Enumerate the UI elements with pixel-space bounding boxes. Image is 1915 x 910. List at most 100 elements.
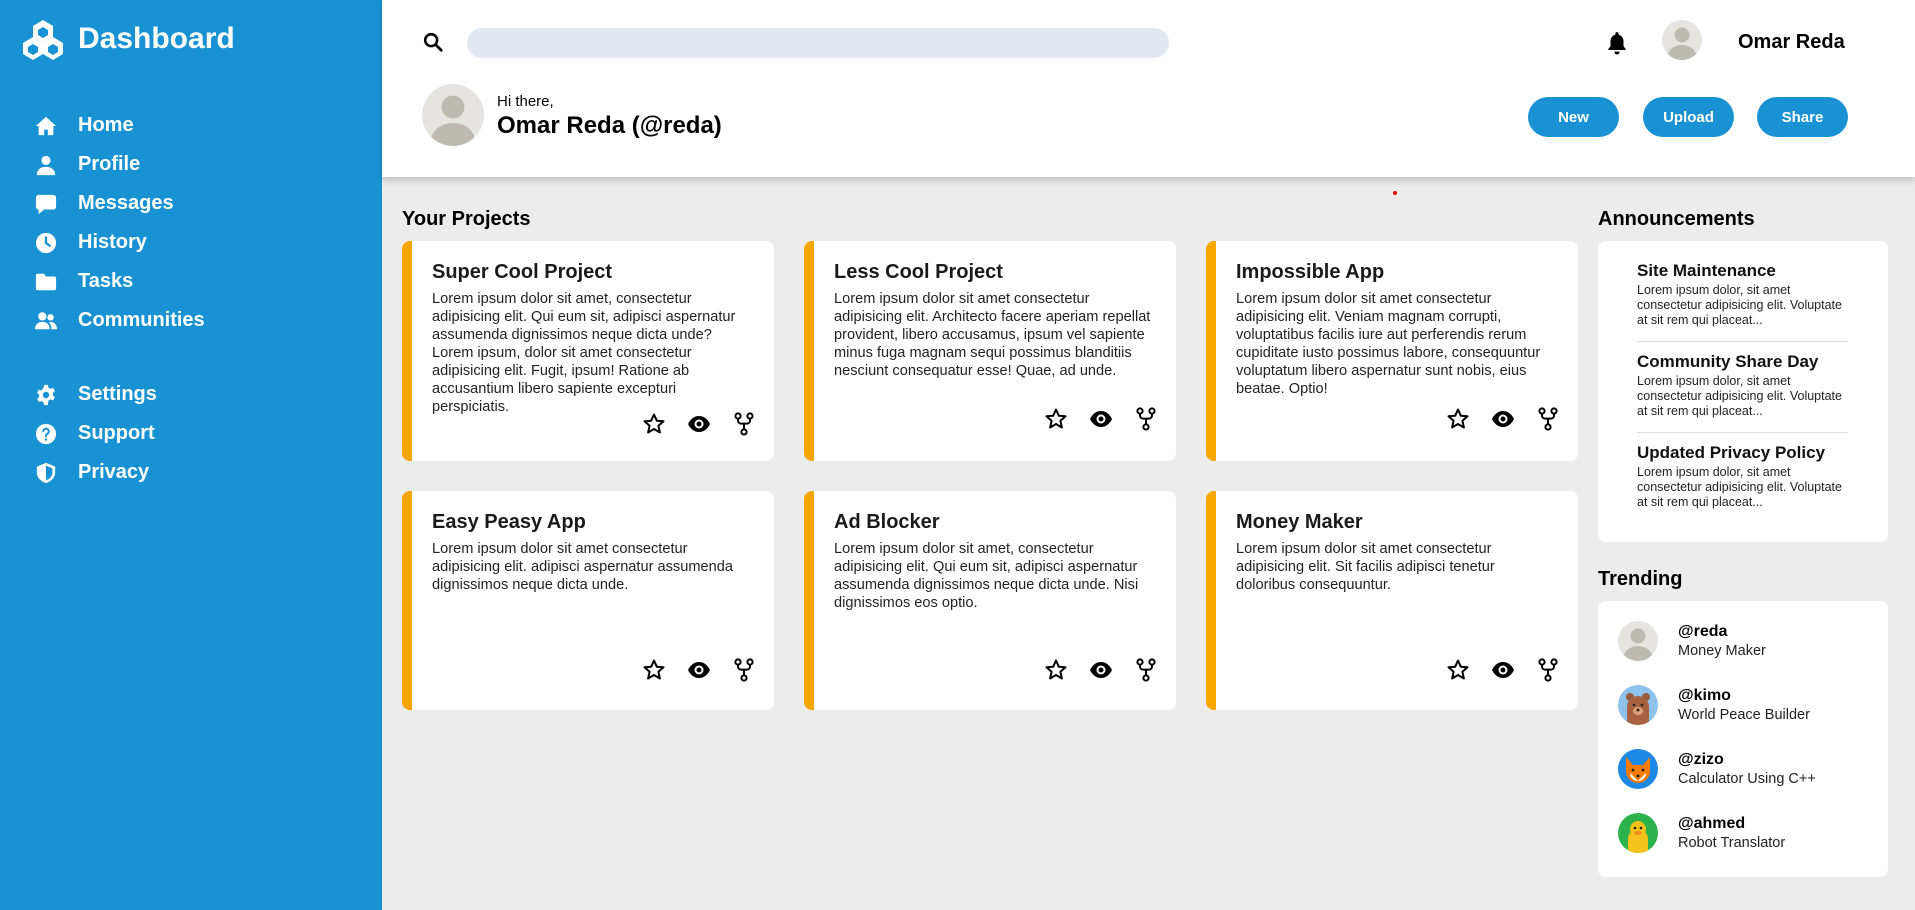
project-actions xyxy=(1024,406,1159,432)
announcement-item[interactable]: Site Maintenance Lorem ipsum dolor, sit … xyxy=(1637,261,1848,328)
sidebar-item-home[interactable]: Home xyxy=(34,106,205,145)
help-icon xyxy=(34,422,58,446)
announcement-text: Lorem ipsum dolor, sit amet consectetur … xyxy=(1637,465,1842,509)
star-icon[interactable] xyxy=(1445,657,1471,683)
project-card[interactable]: Impossible App Lorem ipsum dolor sit ame… xyxy=(1206,241,1578,461)
new-button[interactable]: New xyxy=(1528,97,1619,137)
brand-title: Dashboard xyxy=(78,22,235,55)
project-title: Ad Blocker xyxy=(834,511,940,533)
search-icon[interactable] xyxy=(422,31,444,53)
trending-item[interactable]: @kimo World Peace Builder xyxy=(1618,685,1810,725)
bell-icon[interactable] xyxy=(1604,30,1630,56)
sidebar-item-messages[interactable]: Messages xyxy=(34,184,205,223)
user-name[interactable]: Omar Reda xyxy=(1738,31,1845,54)
project-card[interactable]: Money Maker Lorem ipsum dolor sit amet c… xyxy=(1206,491,1578,710)
brand[interactable]: Dashboard xyxy=(22,18,235,60)
project-title: Easy Peasy App xyxy=(432,511,586,533)
announcement-text: Lorem ipsum dolor, sit amet consectetur … xyxy=(1637,374,1842,418)
eye-icon[interactable] xyxy=(1490,657,1516,683)
trending-item[interactable]: @ahmed Robot Translator xyxy=(1618,813,1785,853)
sidebar-item-label: Settings xyxy=(78,383,157,405)
shield-icon xyxy=(34,461,58,485)
top-header: Omar Reda Hi there, Omar Reda (@reda) Ne… xyxy=(382,0,1915,177)
announcement-item[interactable]: Updated Privacy Policy Lorem ipsum dolor… xyxy=(1637,443,1848,510)
folder-icon xyxy=(34,270,58,294)
project-title: Super Cool Project xyxy=(432,261,613,283)
sidebar-item-settings[interactable]: Settings xyxy=(34,375,205,414)
project-title: Money Maker xyxy=(1236,511,1363,533)
project-card[interactable]: Ad Blocker Lorem ipsum dolor sit amet, c… xyxy=(804,491,1176,710)
project-actions xyxy=(1024,657,1159,683)
trending-project: World Peace Builder xyxy=(1678,707,1810,723)
trending-panel: @reda Money Maker @kimo World Peace Buil… xyxy=(1598,601,1888,877)
duck-avatar-icon xyxy=(1618,813,1658,853)
avatar-placeholder-icon xyxy=(1618,621,1658,661)
divider xyxy=(1637,341,1848,342)
project-description: Lorem ipsum dolor sit amet consectetur a… xyxy=(432,541,733,593)
project-card[interactable]: Super Cool Project Lorem ipsum dolor sit… xyxy=(402,241,774,461)
chat-icon xyxy=(34,192,58,216)
star-icon[interactable] xyxy=(1043,406,1069,432)
project-description: Lorem ipsum dolor sit amet, consectetur … xyxy=(834,541,1139,611)
star-icon[interactable] xyxy=(1445,406,1471,432)
announcement-item[interactable]: Community Share Day Lorem ipsum dolor, s… xyxy=(1637,352,1848,419)
home-icon xyxy=(34,114,58,138)
eye-icon[interactable] xyxy=(1088,657,1114,683)
sidebar: Dashboard Home Profile Messages History … xyxy=(0,0,382,910)
eye-icon[interactable] xyxy=(686,411,712,437)
fork-icon[interactable] xyxy=(731,657,757,683)
project-description: Lorem ipsum dolor sit amet consectetur a… xyxy=(1236,541,1495,593)
trending-item[interactable]: @reda Money Maker xyxy=(1618,621,1766,661)
announcement-title: Community Share Day xyxy=(1637,352,1819,371)
announcements-title: Announcements xyxy=(1598,208,1755,230)
trending-project: Robot Translator xyxy=(1678,835,1786,851)
project-description: Lorem ipsum dolor sit amet consectetur a… xyxy=(834,291,1151,379)
trending-title: Trending xyxy=(1598,568,1683,590)
star-icon[interactable] xyxy=(641,411,667,437)
upload-button[interactable]: Upload xyxy=(1643,97,1734,137)
eye-icon[interactable] xyxy=(1490,406,1516,432)
sidebar-item-label: Privacy xyxy=(78,461,150,483)
announcement-title: Site Maintenance xyxy=(1637,261,1776,280)
sidebar-item-label: Home xyxy=(78,114,134,136)
fork-icon[interactable] xyxy=(1133,657,1159,683)
sidebar-item-communities[interactable]: Communities xyxy=(34,301,205,340)
projects-title: Your Projects xyxy=(402,208,531,230)
fork-icon[interactable] xyxy=(731,411,757,437)
avatar[interactable] xyxy=(1662,20,1702,60)
search-input[interactable] xyxy=(467,28,1169,58)
sidebar-item-tasks[interactable]: Tasks xyxy=(34,262,205,301)
share-button[interactable]: Share xyxy=(1757,97,1848,137)
project-title: Less Cool Project xyxy=(834,261,1003,283)
project-actions xyxy=(1426,657,1561,683)
sidebar-item-history[interactable]: History xyxy=(34,223,205,262)
fork-icon[interactable] xyxy=(1133,406,1159,432)
sidebar-item-label: Profile xyxy=(78,153,141,175)
project-title: Impossible App xyxy=(1236,261,1385,283)
fork-icon[interactable] xyxy=(1535,406,1561,432)
users-icon xyxy=(34,309,58,333)
trending-handle: @ahmed xyxy=(1678,815,1746,832)
sidebar-item-label: Tasks xyxy=(78,270,134,292)
avatar xyxy=(1618,813,1658,853)
project-card[interactable]: Less Cool Project Lorem ipsum dolor sit … xyxy=(804,241,1176,461)
cubes-logo-icon xyxy=(23,20,63,60)
announcements-panel: Site Maintenance Lorem ipsum dolor, sit … xyxy=(1598,241,1888,542)
star-icon[interactable] xyxy=(641,657,667,683)
project-card[interactable]: Easy Peasy App Lorem ipsum dolor sit ame… xyxy=(402,491,774,710)
sidebar-item-support[interactable]: Support xyxy=(34,414,205,453)
eye-icon[interactable] xyxy=(1088,406,1114,432)
star-icon[interactable] xyxy=(1043,657,1069,683)
user-icon xyxy=(34,153,58,177)
greeting-text: Hi there, xyxy=(497,93,554,110)
sidebar-item-label: Communities xyxy=(78,309,205,331)
gear-icon xyxy=(34,383,58,407)
avatar xyxy=(1618,621,1658,661)
eye-icon[interactable] xyxy=(686,657,712,683)
avatar-placeholder-icon xyxy=(422,84,484,146)
fork-icon[interactable] xyxy=(1535,657,1561,683)
trending-item[interactable]: @zizo Calculator Using C++ xyxy=(1618,749,1816,789)
sidebar-item-profile[interactable]: Profile xyxy=(34,145,205,184)
sidebar-item-privacy[interactable]: Privacy xyxy=(34,453,205,492)
